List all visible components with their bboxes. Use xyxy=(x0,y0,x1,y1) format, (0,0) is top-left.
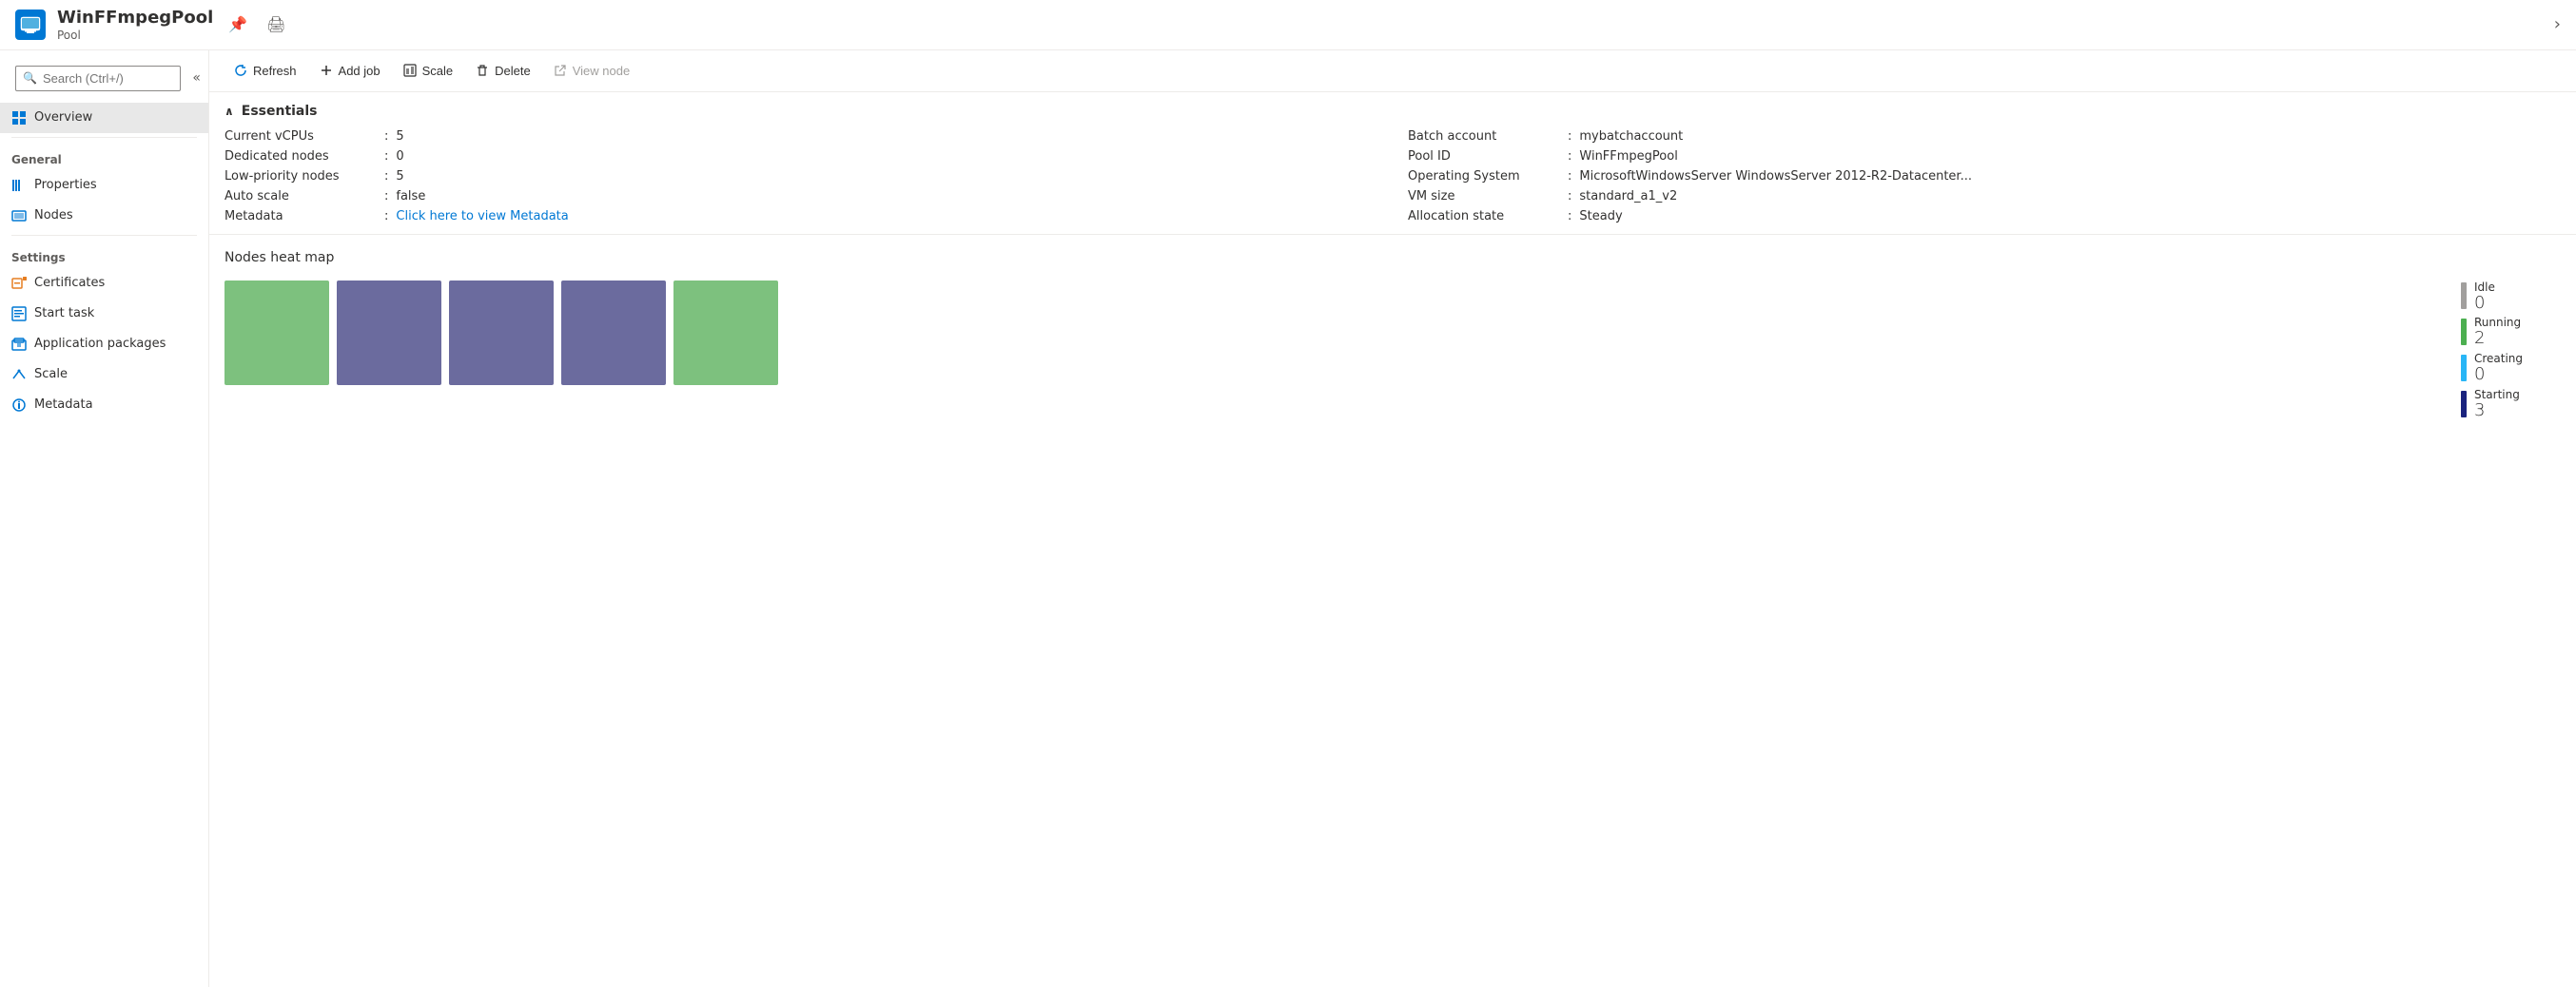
sidebar-item-overview[interactable]: Overview xyxy=(0,103,208,133)
metadata-label: Metadata xyxy=(34,397,93,412)
essentials-row-metadata: Metadata : Click here to view Metadata xyxy=(224,206,1377,226)
heatmap-node-3[interactable] xyxy=(449,281,554,385)
idle-bar xyxy=(2461,282,2467,309)
legend-idle: Idle 0 xyxy=(2461,281,2523,313)
certificates-icon xyxy=(11,276,27,291)
top-bar: WinFFmpegPool Pool 📌 🖨 › xyxy=(0,0,2576,50)
essentials-row-os: Operating System : MicrosoftWindowsServe… xyxy=(1408,166,2561,186)
essentials-row-lowpriority: Low-priority nodes : 5 xyxy=(224,166,1377,186)
settings-section-header: Settings xyxy=(0,240,208,268)
top-bar-right: › xyxy=(2554,14,2561,34)
application-packages-label: Application packages xyxy=(34,337,166,351)
add-job-button[interactable]: Add job xyxy=(310,58,390,84)
start-task-label: Start task xyxy=(34,306,94,320)
search-icon: 🔍 xyxy=(23,71,37,85)
delete-button[interactable]: Delete xyxy=(466,58,540,84)
certificates-label: Certificates xyxy=(34,276,105,290)
essentials-row-pool-id: Pool ID : WinFFmpegPool xyxy=(1408,146,2561,166)
app-subtitle: Pool xyxy=(57,29,213,42)
divider-settings xyxy=(11,235,197,236)
overview-label: Overview xyxy=(34,110,92,125)
nodes-label: Nodes xyxy=(34,208,73,223)
overview-icon xyxy=(11,110,27,126)
toolbar: Refresh Add job Scale xyxy=(209,50,2576,92)
scale-icon xyxy=(11,367,27,382)
essentials-row-vcpus: Current vCPUs : 5 xyxy=(224,126,1377,146)
sidebar-item-scale[interactable]: Scale xyxy=(0,359,208,390)
sidebar-item-application-packages[interactable]: Application packages xyxy=(0,329,208,359)
sidebar: 🔍 « Overview General xyxy=(0,50,209,987)
heatmap-node-5[interactable] xyxy=(673,281,778,385)
nodes-icon xyxy=(11,208,27,223)
app-title: WinFFmpegPool xyxy=(57,8,213,29)
heatmap-legend: Idle 0 Running 2 Creat xyxy=(2461,281,2561,420)
essentials-row-dedicated: Dedicated nodes : 0 xyxy=(224,146,1377,166)
sidebar-item-start-task[interactable]: Start task xyxy=(0,299,208,329)
scale-button[interactable]: Scale xyxy=(394,58,463,84)
chevron-right-icon: › xyxy=(2554,14,2561,34)
search-input[interactable] xyxy=(15,66,181,91)
heatmap-container: Idle 0 Running 2 Creat xyxy=(224,281,2561,420)
essentials-header: ∧ Essentials xyxy=(209,92,2576,126)
essentials-section: ∧ Essentials Current vCPUs : 5 Dedicated… xyxy=(209,92,2576,235)
main-layout: 🔍 « Overview General xyxy=(0,50,2576,987)
divider-general xyxy=(11,137,197,138)
heatmap-node-1[interactable] xyxy=(224,281,329,385)
collapse-sidebar-button[interactable]: « xyxy=(192,70,201,86)
heatmap-node-2[interactable] xyxy=(337,281,441,385)
chevron-down-icon[interactable]: ∧ xyxy=(224,105,234,118)
creating-bar xyxy=(2461,355,2467,381)
essentials-left-col: Current vCPUs : 5 Dedicated nodes : 0 Lo… xyxy=(209,126,1393,234)
title-block: WinFFmpegPool Pool xyxy=(57,8,213,42)
refresh-button[interactable]: Refresh xyxy=(224,58,306,84)
metadata-icon xyxy=(11,397,27,413)
start-task-icon xyxy=(11,306,27,321)
sidebar-item-nodes[interactable]: Nodes xyxy=(0,201,208,231)
heatmap-section: Nodes heat map Idle 0 xyxy=(209,235,2576,435)
content-area: Refresh Add job Scale xyxy=(209,50,2576,987)
essentials-row-allocation: Allocation state : Steady xyxy=(1408,206,2561,226)
print-icon[interactable]: 🖨 xyxy=(263,11,289,37)
legend-running: Running 2 xyxy=(2461,316,2523,348)
scale-label: Scale xyxy=(34,367,68,381)
legend-creating: Creating 0 xyxy=(2461,352,2523,384)
properties-icon xyxy=(11,178,27,193)
refresh-icon xyxy=(234,64,247,77)
app-icon xyxy=(15,10,46,40)
external-link-icon xyxy=(554,64,567,77)
essentials-row-batch-account: Batch account : mybatchaccount xyxy=(1408,126,2561,146)
app-packages-icon xyxy=(11,337,27,352)
add-icon xyxy=(320,64,333,77)
delete-icon xyxy=(476,64,489,77)
essentials-right-col: Batch account : mybatchaccount Pool ID :… xyxy=(1393,126,2576,234)
pin-icon[interactable]: 📌 xyxy=(224,11,251,37)
running-bar xyxy=(2461,319,2467,345)
heatmap-node-4[interactable] xyxy=(561,281,666,385)
essentials-grid: Current vCPUs : 5 Dedicated nodes : 0 Lo… xyxy=(209,126,2576,235)
essentials-title: Essentials xyxy=(242,104,318,119)
sidebar-item-certificates[interactable]: Certificates xyxy=(0,268,208,299)
general-section-header: General xyxy=(0,142,208,170)
starting-bar xyxy=(2461,391,2467,417)
legend-starting: Starting 3 xyxy=(2461,388,2523,420)
scale-toolbar-icon xyxy=(403,64,417,77)
view-node-button[interactable]: View node xyxy=(544,58,639,84)
properties-label: Properties xyxy=(34,178,97,192)
sidebar-item-properties[interactable]: Properties xyxy=(0,170,208,201)
metadata-link[interactable]: Click here to view Metadata xyxy=(396,209,568,223)
sidebar-item-metadata[interactable]: Metadata xyxy=(0,390,208,420)
essentials-row-vmsize: VM size : standard_a1_v2 xyxy=(1408,186,2561,206)
heatmap-title: Nodes heat map xyxy=(224,250,2561,265)
heatmap-nodes xyxy=(224,281,778,385)
essentials-row-autoscale: Auto scale : false xyxy=(224,186,1377,206)
